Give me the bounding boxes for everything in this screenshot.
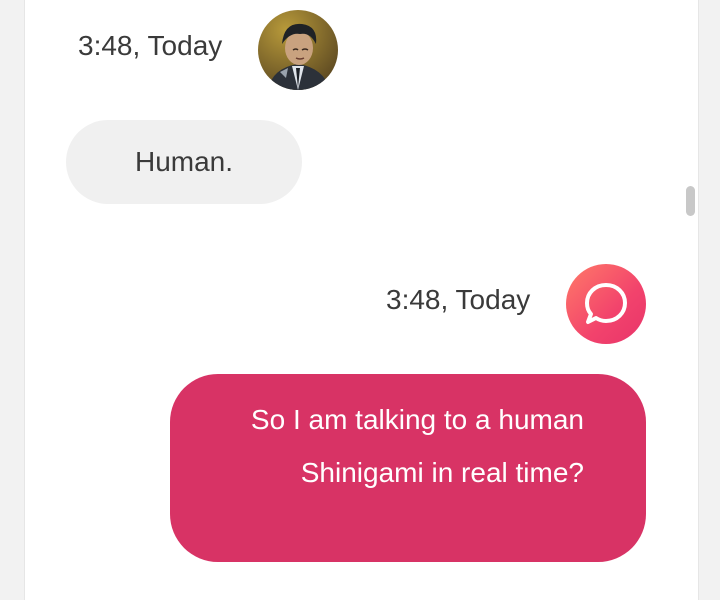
message-text: So I am talking to a human Shinigami in … xyxy=(250,404,584,488)
chat-bubble-icon[interactable] xyxy=(566,264,646,344)
message-timestamp: 3:48, Today xyxy=(386,284,531,315)
scrollbar-thumb[interactable] xyxy=(686,186,695,216)
user-avatar-icon[interactable] xyxy=(258,10,338,90)
outgoing-message-bubble: So I am talking to a human Shinigami in … xyxy=(170,374,646,562)
incoming-message-bubble: Human. xyxy=(66,120,302,204)
message-timestamp: 3:48, Today xyxy=(78,30,223,61)
message-text: Human. xyxy=(134,146,234,177)
